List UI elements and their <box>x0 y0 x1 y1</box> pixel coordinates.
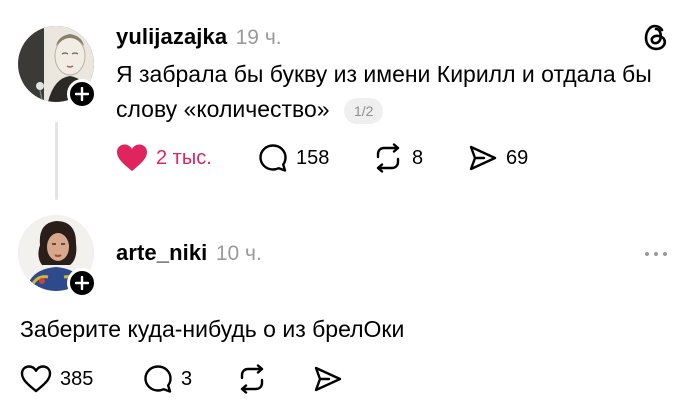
post-text-line: слову «количество» 1/2 <box>116 92 686 127</box>
heart-icon <box>20 365 52 393</box>
post-text-line: Я забрала бы букву из имени Кирилл и отд… <box>116 61 652 87</box>
comment-button[interactable]: 158 <box>258 143 329 173</box>
username[interactable]: arte_niki <box>116 240 207 265</box>
post-time: 19 ч. <box>235 26 282 49</box>
thread-count-badge[interactable]: 1/2 <box>343 97 384 124</box>
follow-plus-button[interactable] <box>67 79 97 109</box>
comment-button[interactable]: 3 <box>143 364 192 394</box>
comment-icon <box>259 144 287 172</box>
repost-button[interactable] <box>236 364 268 394</box>
repost-icon <box>240 364 264 394</box>
share-button[interactable] <box>313 364 343 394</box>
heart-filled-icon <box>117 144 147 171</box>
repost-icon <box>376 143 400 173</box>
username[interactable]: yulijazajka <box>116 24 227 49</box>
post-text: Я забрала бы букву из имени Кирилл и отд… <box>116 57 686 127</box>
share-button[interactable]: 69 <box>468 143 528 173</box>
comment-count: 3 <box>181 367 193 390</box>
like-count: 2 тыс. <box>156 146 212 169</box>
plus-icon <box>75 87 89 101</box>
like-count: 385 <box>60 367 94 390</box>
post-time: 10 ч. <box>215 242 262 265</box>
threads-logo-icon[interactable] <box>642 22 670 52</box>
plus-icon <box>75 276 89 290</box>
post-text-line-content: слову «количество» <box>116 96 330 122</box>
follow-plus-button[interactable] <box>67 268 97 298</box>
comment-count: 158 <box>296 146 330 169</box>
like-button[interactable]: 385 <box>20 364 93 394</box>
repost-button[interactable]: 8 <box>372 143 423 173</box>
send-icon <box>469 145 497 171</box>
send-icon <box>314 366 342 392</box>
more-options-icon[interactable] <box>645 252 667 256</box>
like-button[interactable]: 2 тыс. <box>116 143 212 173</box>
share-count: 69 <box>506 146 529 169</box>
post-text: Заберите куда-нибудь о из брелОки <box>20 316 405 342</box>
comment-icon <box>144 365 172 393</box>
repost-count: 8 <box>412 146 424 169</box>
thread-line <box>55 122 58 200</box>
